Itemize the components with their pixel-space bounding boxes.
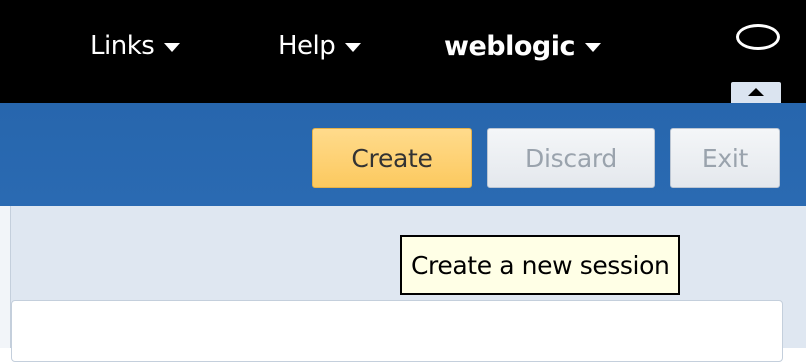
exit-button[interactable]: Exit (670, 128, 780, 188)
caret-down-icon (345, 43, 362, 52)
collapse-up-icon[interactable] (731, 82, 781, 103)
tooltip-text: Create a new session (411, 250, 670, 280)
create-tooltip: Create a new session (400, 235, 681, 295)
create-button[interactable]: Create (312, 128, 472, 188)
help-menu-label: Help (278, 31, 336, 61)
top-navigation-bar: Links Help weblogic (0, 0, 806, 103)
links-menu[interactable]: Links (90, 26, 181, 66)
discard-button[interactable]: Discard (487, 128, 655, 188)
user-menu-label: weblogic (444, 30, 575, 62)
panel-left-edge (0, 206, 11, 348)
oval-icon[interactable] (736, 24, 780, 50)
user-menu[interactable]: weblogic (444, 26, 601, 66)
create-button-label: Create (351, 143, 433, 173)
exit-button-label: Exit (701, 143, 749, 173)
content-box (11, 300, 783, 362)
caret-down-icon (164, 43, 181, 52)
discard-button-label: Discard (525, 143, 617, 173)
caret-down-icon (584, 43, 601, 52)
links-menu-label: Links (90, 31, 155, 61)
help-menu[interactable]: Help (278, 26, 362, 66)
